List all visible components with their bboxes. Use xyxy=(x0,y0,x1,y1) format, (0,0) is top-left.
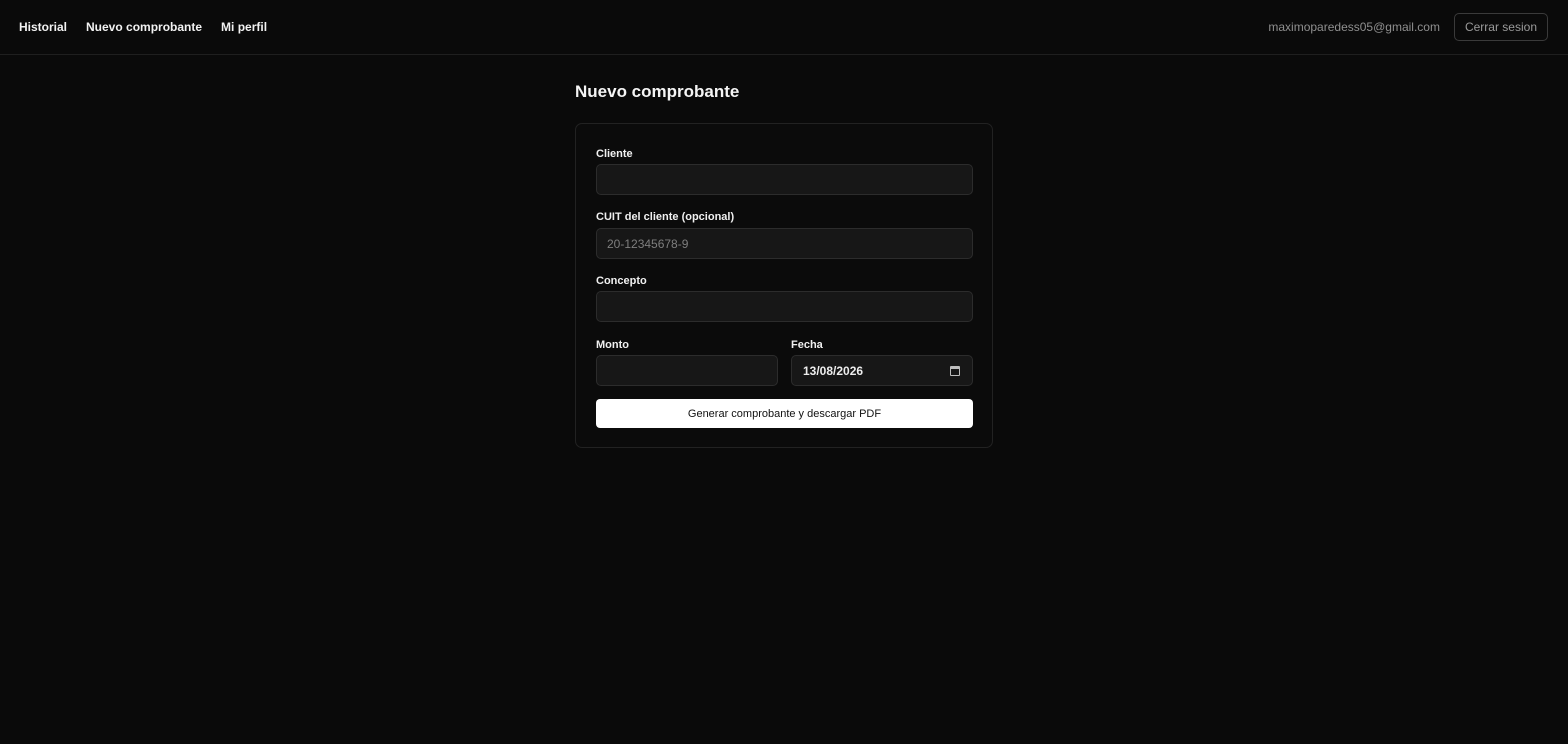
nav-link-historial[interactable]: Historial xyxy=(19,20,67,34)
fecha-date-input[interactable]: 13/08/2026 xyxy=(791,355,973,386)
calendar-icon[interactable] xyxy=(950,365,960,376)
concepto-label: Concepto xyxy=(596,275,647,287)
monto-label: Monto xyxy=(596,339,629,351)
cliente-label: Cliente xyxy=(596,148,633,160)
main-nav: Historial Nuevo comprobante Mi perfil xyxy=(19,0,267,54)
generate-pdf-button[interactable]: Generar comprobante y descargar PDF xyxy=(596,399,973,428)
user-area: maximoparedess05@gmail.com Cerrar sesion xyxy=(1268,13,1548,41)
cliente-input[interactable] xyxy=(596,164,973,195)
cuit-input[interactable] xyxy=(596,228,973,259)
monto-input[interactable] xyxy=(596,355,778,386)
cuit-label: CUIT del cliente (opcional) xyxy=(596,211,735,223)
fecha-label: Fecha xyxy=(791,339,823,351)
concepto-input[interactable] xyxy=(596,291,973,322)
user-email: maximoparedess05@gmail.com xyxy=(1268,20,1440,34)
receipt-form-card: Cliente CUIT del cliente (opcional) Conc… xyxy=(575,123,993,448)
fecha-value: 13/08/2026 xyxy=(803,363,864,378)
logout-button[interactable]: Cerrar sesion xyxy=(1453,13,1548,41)
nav-link-mi-perfil[interactable]: Mi perfil xyxy=(221,20,267,34)
page-title: Nuevo comprobante xyxy=(575,82,740,101)
nav-link-nuevo-comprobante[interactable]: Nuevo comprobante xyxy=(86,20,202,34)
top-navigation-bar: Historial Nuevo comprobante Mi perfil ma… xyxy=(0,0,1568,55)
